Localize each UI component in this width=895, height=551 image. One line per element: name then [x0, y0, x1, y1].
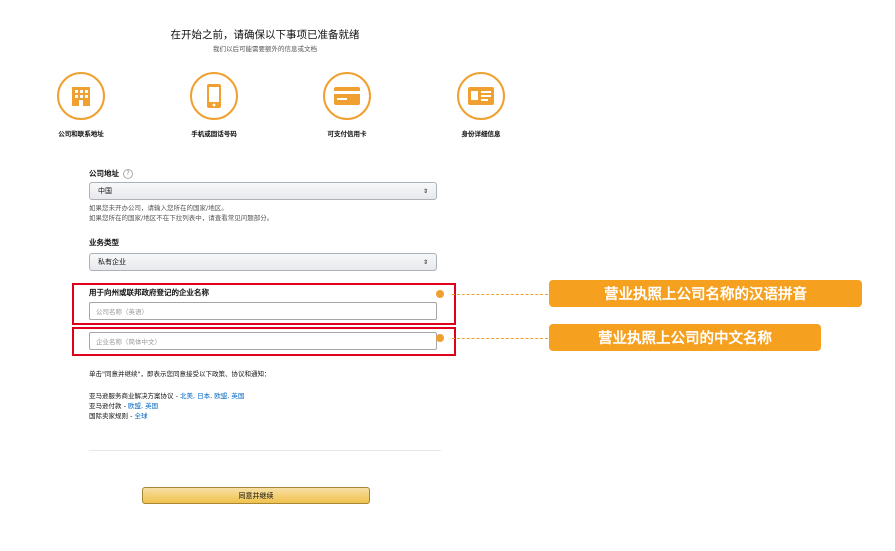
credit-card-icon [323, 72, 371, 120]
agreement-link-rules[interactable]: 全球 [134, 412, 147, 420]
step-credit-card: 可支付信用卡 [297, 72, 397, 138]
id-card-icon [457, 72, 505, 120]
section-divider [89, 450, 441, 451]
agree-continue-button[interactable]: 同意并继续 [142, 487, 370, 504]
address-help-line1: 如果您未开办公司，请输入您所在的国家/地区。 [89, 204, 228, 212]
callout-connector-chinese [452, 338, 548, 339]
agreement-link-payments[interactable]: 欧盟, 英国 [128, 402, 158, 410]
callout-connector-pinyin [452, 294, 548, 295]
step-label: 公司和联系地址 [58, 130, 104, 138]
agreement-intro: 单击"同意并继续"，即表示您同意接受以下政策、协议和通知： [89, 370, 271, 378]
company-name-en-placeholder: 公司名称（英语） [96, 308, 148, 316]
company-name-cn-placeholder: 企业名称（简体中文） [96, 338, 161, 346]
country-select[interactable]: 中国 ⇕ [89, 182, 437, 200]
company-name-label: 用于向州或联邦政府登记的企业名称 [89, 288, 209, 297]
step-label: 可支付信用卡 [327, 130, 367, 138]
agreement-line-bsa: 亚马逊服务商业解决方案协议 - 北美, 日本, 欧盟, 英国 [89, 391, 244, 401]
building-icon [57, 72, 105, 120]
step-phone: 手机或固话号码 [164, 72, 264, 138]
agreement-line-payments: 亚马逊付款 - 欧盟, 英国 [89, 401, 244, 411]
business-type-select[interactable]: 私有企业 ⇕ [89, 253, 437, 271]
agreement-line-text: 亚马逊付款 - [89, 402, 128, 410]
select-arrows-icon: ⇕ [422, 187, 428, 195]
agree-continue-label: 同意并继续 [238, 491, 274, 500]
agreement-line-text: 亚马逊服务商业解决方案协议 - [89, 392, 180, 400]
step-company-address: 公司和联系地址 [31, 72, 131, 138]
agreement-line-rules: 国际卖家规则 - 全球 [89, 411, 244, 421]
callout-dot-pinyin [436, 290, 444, 298]
agreement-line-text: 国际卖家规则 - [89, 412, 135, 420]
step-label: 手机或固话号码 [191, 130, 237, 138]
page-subtitle: 我们以后可能需要额外的信息或文档 [213, 45, 317, 53]
callout-chinese: 营业执照上公司的中文名称 [549, 324, 821, 351]
country-select-value: 中国 [98, 187, 112, 195]
mobile-phone-icon [190, 72, 238, 120]
page-title: 在开始之前，请确保以下事项已准备就绪 [170, 29, 360, 41]
address-help-line2: 如果您所在的国家/地区不在下拉列表中，请查看常见问题部分。 [89, 214, 274, 222]
select-arrows-icon: ⇕ [422, 258, 428, 266]
callout-pinyin: 营业执照上公司名称的汉语拼音 [549, 280, 862, 307]
step-identity: 身份详细信息 [431, 72, 531, 138]
agreement-list: 亚马逊服务商业解决方案协议 - 北美, 日本, 欧盟, 英国 亚马逊付款 - 欧… [89, 391, 244, 421]
agreement-link-bsa[interactable]: 北美, 日本, 欧盟, 英国 [180, 392, 244, 400]
address-help: 如果您未开办公司，请输入您所在的国家/地区。 如果您所在的国家/地区不在下拉列表… [89, 203, 273, 223]
address-label-row: 公司地址 ? [89, 168, 133, 179]
step-label: 身份详细信息 [461, 130, 501, 138]
company-name-cn-input[interactable]: 企业名称（简体中文） [89, 332, 437, 350]
company-name-en-input[interactable]: 公司名称（英语） [89, 302, 437, 320]
address-label: 公司地址 [89, 169, 119, 178]
help-icon[interactable]: ? [123, 168, 133, 179]
business-type-label: 业务类型 [89, 238, 119, 247]
business-type-value: 私有企业 [98, 258, 126, 266]
callout-dot-chinese [436, 334, 444, 342]
